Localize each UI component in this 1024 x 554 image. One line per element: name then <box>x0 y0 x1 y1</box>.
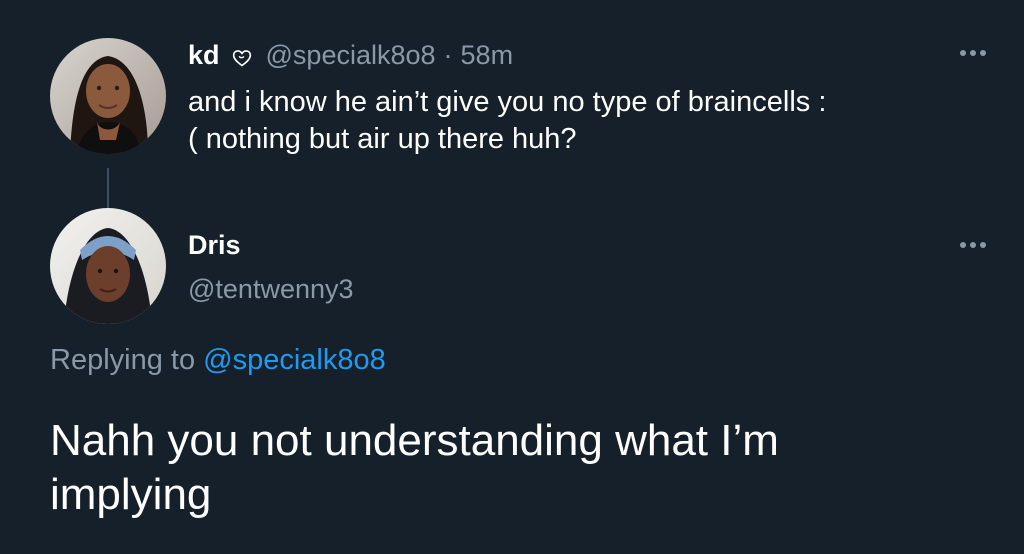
parent-display-name[interactable]: kd <box>188 42 220 69</box>
heart-outline-icon <box>232 46 252 67</box>
reply-avatar-image <box>50 208 166 324</box>
reply-handle[interactable]: @tentwenny3 <box>188 276 354 303</box>
replying-to-label: Replying to <box>50 344 196 376</box>
parent-time[interactable]: 58m <box>461 42 514 69</box>
parent-tweet[interactable]: kd @specialk8o8 · 58m and i know he ain’… <box>50 28 990 224</box>
more-options-icon[interactable] <box>960 50 986 56</box>
reply-more-options-icon[interactable] <box>960 242 986 248</box>
parent-tweet-text: and i know he ain’t give you no type of … <box>188 86 827 156</box>
reply-avatar[interactable] <box>50 208 166 324</box>
reply-tweet-text: Nahh you not understanding what I’m impl… <box>50 416 779 519</box>
replying-to-line: Replying to @specialk8o8 <box>50 346 386 375</box>
parent-handle[interactable]: @specialk8o8 <box>266 42 436 69</box>
parent-avatar[interactable] <box>50 38 166 154</box>
reply-tweet[interactable]: Dris @tentwenny3 Replying to @specialk8o… <box>50 208 990 528</box>
replying-to-mention[interactable]: @specialk8o8 <box>203 344 386 376</box>
header-separator: · <box>443 40 453 70</box>
parent-header: kd @specialk8o8 · 58m <box>188 42 513 69</box>
parent-avatar-image <box>50 38 166 154</box>
reply-display-name[interactable]: Dris <box>188 232 241 259</box>
